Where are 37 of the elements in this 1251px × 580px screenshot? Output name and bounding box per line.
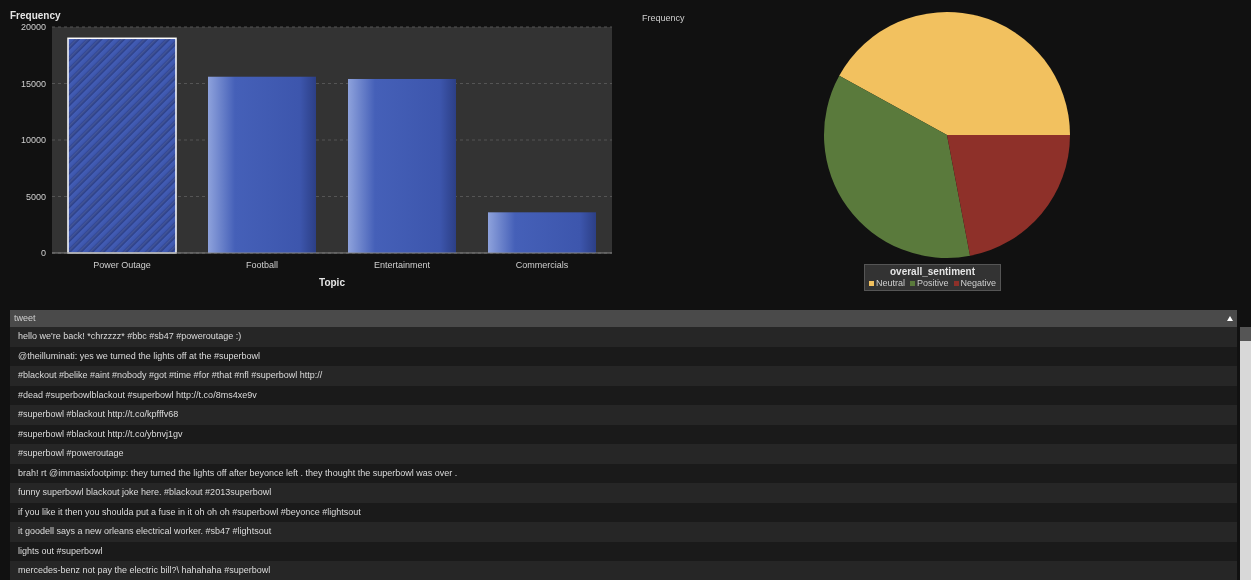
bar[interactable]	[488, 212, 596, 253]
table-cell: #superbowl #blackout http://t.co/ybnvj1gv	[18, 427, 183, 441]
table-cell: lights out #superbowl	[18, 544, 103, 558]
pie-slice[interactable]	[839, 12, 1070, 135]
bar[interactable]	[208, 76, 316, 253]
table-cell-text: #superbowl #poweroutage	[18, 447, 124, 460]
y-tick-label: 0	[41, 248, 46, 258]
y-tick-label: 15000	[20, 78, 46, 89]
x-tick-label: Football	[246, 260, 278, 270]
table-cell: if you like it then you shoulda put a fuse in it oh oh oh #superbowl #beyonce #lightsout	[18, 505, 361, 519]
y-tick-label: 20000	[20, 22, 46, 32]
legend-title: overall_sentiment	[890, 266, 976, 278]
x-tick-label: Entertainment	[374, 260, 430, 270]
table-cell-text: it goodell says a new orleans electrical worker. #sb47 #lightsout	[18, 525, 272, 538]
column-header[interactable]: tweet	[10, 310, 1237, 327]
table-cell: brah! rt @immasixfootpimp: they turned the lights off after beyonce left . they thought the superbowl was over .	[18, 466, 458, 480]
legend-label: Neutral	[876, 278, 905, 289]
x-tick-label: Power Outage	[93, 260, 151, 270]
y-axis-title: Frequency	[10, 10, 61, 21]
table-cell-text: hello we're back! *chrzzzz* #bbc #sb47 #poweroutage :)	[18, 330, 242, 343]
legend-label: Positive	[917, 278, 949, 289]
bar[interactable]	[67, 37, 177, 254]
table-cell-text: funny superbowl blackout joke here. #blackout #2013superbowl	[18, 486, 272, 499]
table-cell-text: mercedes-benz not pay the electric bill?\ hahahaha #superbowl	[18, 564, 271, 577]
y-tick-label: 5000	[25, 191, 46, 202]
bar[interactable]	[348, 79, 456, 253]
pie-slice[interactable]	[824, 75, 971, 258]
legend-label: Negative	[960, 278, 997, 289]
table-cell: @theilluminati: yes we turned the lights off at the #superbowl	[18, 349, 261, 363]
table-cell-text: #blackout #belike #aint #nobody #got #time #for #that #nfl #superbowl http://	[18, 369, 323, 382]
table-cell-text: #superbowl #blackout http://t.co/kpfffv68	[18, 408, 179, 421]
y-tick-label: 10000	[20, 135, 46, 145]
scrollbar[interactable]	[1240, 327, 1251, 580]
chart-title: Frequency	[642, 12, 685, 25]
table-cell: #dead #superbowlblackout #superbowl http://t.co/8ms4xe9v	[18, 388, 257, 402]
x-axis-title: Topic	[319, 277, 345, 288]
x-tick-label: Commercials	[515, 260, 569, 270]
